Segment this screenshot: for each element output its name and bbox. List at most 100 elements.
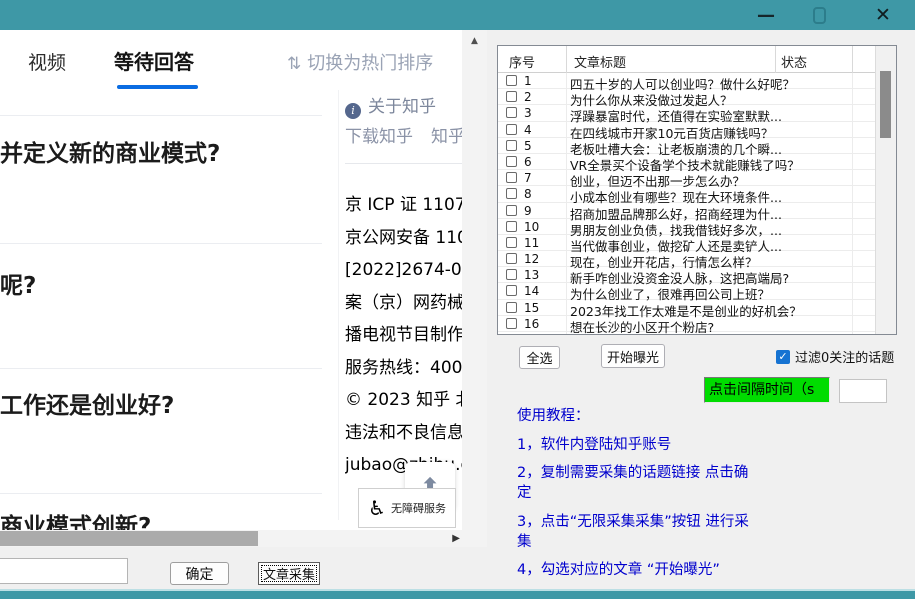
row-checkbox[interactable]	[506, 269, 517, 280]
row-checkbox[interactable]	[506, 124, 517, 135]
table-row[interactable]: 16 想在长沙的小区开个粉店?	[498, 316, 875, 332]
divider	[0, 115, 322, 116]
row-seq: 11	[524, 236, 539, 250]
question-title[interactable]: 工作还是创业好?	[0, 386, 335, 420]
browser-vertical-scrollbar[interactable]: ▲	[462, 30, 487, 547]
scroll-up-icon[interactable]: ▲	[462, 36, 487, 46]
minimize-icon: —	[757, 5, 775, 26]
row-seq: 13	[524, 268, 539, 282]
accessibility-label: 无障碍服务	[391, 500, 446, 516]
row-seq: 14	[524, 284, 539, 298]
table-row[interactable]: 7 创业，但迈不出那一步怎么办？	[498, 170, 875, 186]
divider-vertical	[338, 90, 339, 520]
row-seq: 12	[524, 252, 539, 266]
row-seq: 10	[524, 220, 539, 234]
row-checkbox[interactable]	[506, 75, 517, 86]
row-checkbox[interactable]	[506, 302, 517, 313]
row-seq: 6	[524, 155, 532, 169]
table-row[interactable]: 2 为什么你从来没做过发起人？	[498, 89, 875, 105]
row-checkbox[interactable]	[506, 253, 517, 264]
row-checkbox[interactable]	[506, 172, 517, 183]
table-row[interactable]: 15 2023年找工作太难是不是创业的好机会？	[498, 300, 875, 316]
tutorial-line: 使用教程：	[517, 406, 757, 426]
table-row[interactable]: 12 现在，创业开花店，行情怎么样？	[498, 251, 875, 267]
row-checkbox[interactable]	[506, 156, 517, 167]
table-row[interactable]: 13 新手咋创业没资金没人脉，这把高端局?	[498, 267, 875, 283]
table-vertical-scrollbar[interactable]	[875, 46, 896, 334]
row-checkbox[interactable]	[506, 221, 517, 232]
info-icon: i	[345, 103, 361, 119]
row-seq: 1	[524, 74, 532, 88]
start-exposure-button[interactable]: 开始曝光	[601, 344, 665, 368]
table-header: 序号 文章标题 状态	[498, 46, 875, 73]
header-seq: 序号	[509, 52, 535, 71]
row-seq: 5	[524, 139, 532, 153]
table-row[interactable]: 3 浮躁暴富时代，还值得在实验室默默...	[498, 105, 875, 121]
table-row[interactable]: 4 在四线城市开家10元百货店赚钱吗？	[498, 122, 875, 138]
about-zhihu-link[interactable]: i 关于知乎	[345, 92, 436, 119]
table-row[interactable]: 14 为什么创业了，很难再回公司上班？	[498, 283, 875, 299]
browser-horizontal-scrollbar[interactable]: ▶	[0, 530, 462, 547]
minimize-button[interactable]: —	[745, 0, 787, 30]
row-checkbox[interactable]	[506, 188, 517, 199]
download-zhihu-link[interactable]: 下载知乎	[345, 127, 413, 147]
divider	[0, 493, 322, 494]
horizontal-scroll-thumb[interactable]	[0, 531, 258, 546]
table-row[interactable]: 8 小成本创业有哪些？现在大环境条件...	[498, 186, 875, 202]
tab-waiting-answer[interactable]: 等待回答	[114, 46, 194, 75]
click-interval-label: 点击间隔时间（s	[704, 377, 830, 403]
select-all-button[interactable]: 全选	[519, 346, 560, 369]
scroll-right-icon[interactable]: ▶	[452, 533, 460, 544]
row-checkbox[interactable]	[506, 91, 517, 102]
about-label: 关于知乎	[368, 97, 436, 117]
tab-video[interactable]: 视频	[28, 48, 66, 75]
sort-toggle-label: 切换为热门排序	[307, 53, 433, 74]
table-row[interactable]: 11 当代做事创业，做挖矿人还是卖铲人...	[498, 235, 875, 251]
row-checkbox[interactable]	[506, 334, 517, 335]
column-line	[775, 46, 776, 73]
tutorial-line: 2，复制需要采集的话题链接 点击确定	[517, 463, 757, 503]
close-button[interactable]: ✕	[862, 0, 904, 30]
row-seq: 4	[524, 123, 532, 137]
row-checkbox[interactable]	[506, 107, 517, 118]
row-checkbox[interactable]	[506, 318, 517, 329]
question-title[interactable]: 呢?	[0, 266, 335, 300]
row-checkbox[interactable]	[506, 285, 517, 296]
divider	[0, 368, 322, 369]
table-row[interactable]: 10 男朋友创业负债，找我借钱好多次，...	[498, 219, 875, 235]
question-title[interactable]: 并定义新的商业模式?	[0, 134, 335, 168]
accessibility-button[interactable]: ♿ 无障碍服务	[358, 488, 456, 528]
tutorial-line: 3，点击“无限采集采集”按钮 进行采集	[517, 512, 757, 552]
header-status: 状态	[781, 52, 807, 71]
confirm-button[interactable]: 确定	[170, 562, 229, 585]
filter-zero-follow-checkbox[interactable]: ✓ 过滤0关注的话题	[776, 347, 894, 366]
table-row[interactable]: 5 老板吐槽大会：让老板崩溃的几个瞬...	[498, 138, 875, 154]
article-collect-button[interactable]: 文章采集	[258, 562, 320, 585]
article-table: 序号 文章标题 状态 1 四五十岁的人可以创业吗？做什么好呢？ 2 为什么你从来…	[497, 45, 897, 335]
click-interval-input[interactable]	[839, 379, 887, 403]
tutorial-line: 4，勾选对应的文章 “开始曝光”	[517, 560, 757, 580]
row-seq: 9	[524, 204, 532, 218]
maximize-icon	[813, 7, 826, 24]
maximize-button[interactable]	[798, 0, 840, 30]
table-row[interactable]: 17 大学生	[498, 332, 875, 335]
sort-toggle[interactable]: ⇅ 切换为热门排序	[287, 49, 433, 75]
usage-tutorial: 使用教程：1，软件内登陆知乎账号2，复制需要采集的话题链接 点击确定3，点击“无…	[517, 406, 757, 589]
row-seq: 15	[524, 301, 539, 315]
sort-icon: ⇅	[287, 54, 301, 74]
active-tab-underline	[117, 85, 198, 89]
divider	[0, 243, 322, 244]
row-title: 大学生	[570, 333, 782, 335]
row-checkbox[interactable]	[506, 205, 517, 216]
row-checkbox[interactable]	[506, 237, 517, 248]
table-row[interactable]: 9 招商加盟品牌那么好，招商经理为什...	[498, 203, 875, 219]
zhihu-link[interactable]: 知乎	[431, 127, 465, 147]
checkbox-check-icon: ✓	[776, 350, 790, 364]
table-scroll-thumb[interactable]	[880, 71, 891, 138]
table-row[interactable]: 1 四五十岁的人可以创业吗？做什么好呢？	[498, 73, 875, 89]
row-seq: 8	[524, 187, 532, 201]
row-checkbox[interactable]	[506, 140, 517, 151]
status-bar	[0, 589, 915, 599]
table-row[interactable]: 6 VR全景买个设备学个技术就能赚钱了吗？	[498, 154, 875, 170]
topic-link-input[interactable]	[0, 558, 128, 584]
